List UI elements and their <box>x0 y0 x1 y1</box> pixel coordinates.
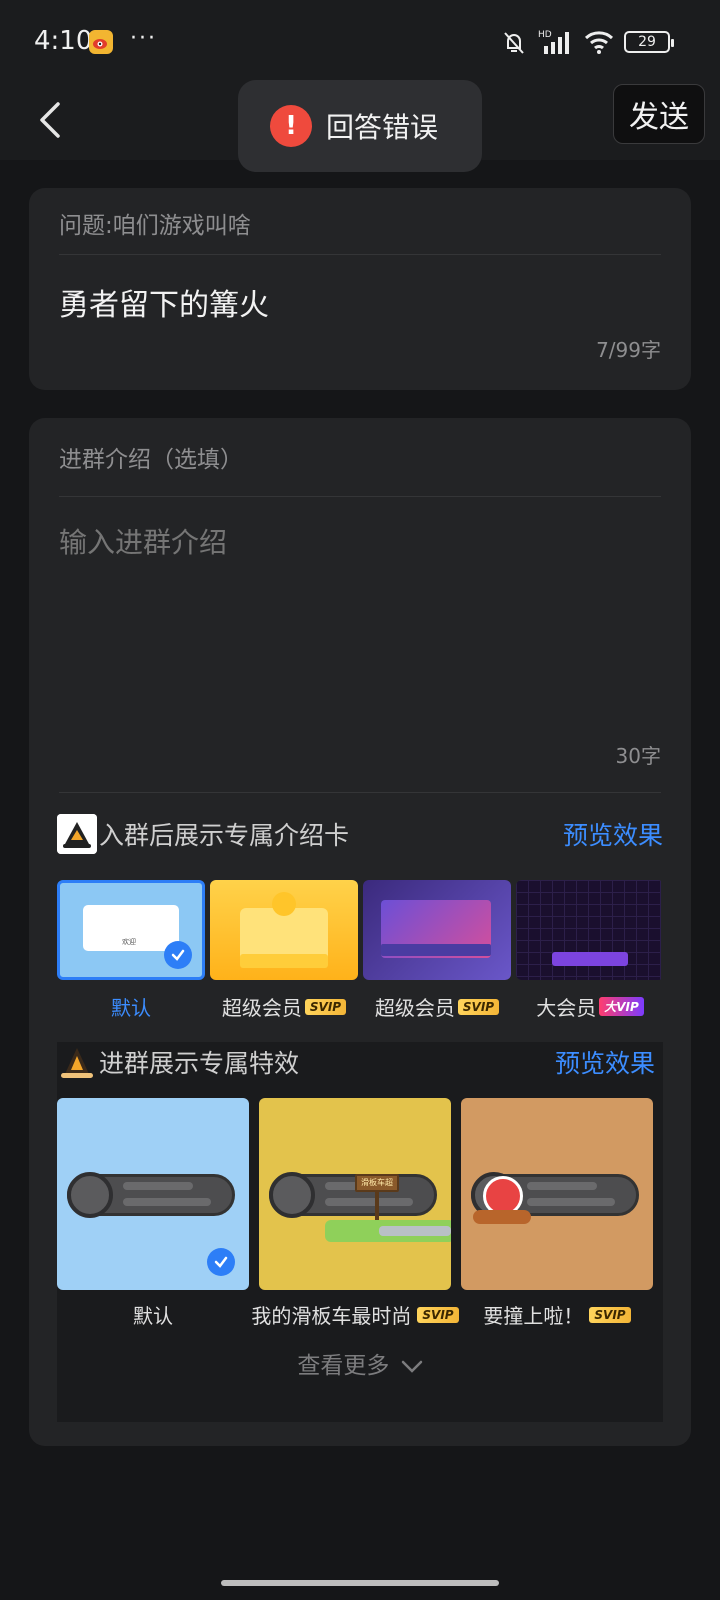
effect-option-crash[interactable]: 要撞上啦！ SVIP <box>461 1098 653 1329</box>
home-indicator[interactable] <box>221 1580 499 1586</box>
vip-badge: 大VIP <box>599 997 644 1016</box>
selected-check-icon <box>207 1248 235 1276</box>
welcome-text: 欢迎 <box>122 938 136 946</box>
effect-thumb <box>57 1098 249 1290</box>
entry-effects-panel: 进群展示专属特效 预览效果 默认 滑板车超 我的滑板车最时尚 SVIP 要撞上啦… <box>57 1042 663 1422</box>
system-icons: HD 29 <box>500 26 674 58</box>
intro-card: 进群介绍（选填） 30字 入群后展示专属介绍卡 预览效果 欢迎 默认 <box>29 418 691 1446</box>
effects-preview-link[interactable]: 预览效果 <box>555 1044 655 1080</box>
svg-text:HD: HD <box>538 30 552 40</box>
effect-avatar-placeholder <box>67 1172 113 1218</box>
svip-badge: SVIP <box>417 1306 459 1323</box>
intro-card-option-label: 超级会员 SVIP <box>210 992 358 1021</box>
question-card: 问题:咱们游戏叫啥 勇者留下的篝火 7/99字 <box>29 188 691 390</box>
toast-text: 回答错误 <box>326 111 439 144</box>
intro-card-thumb: 欢迎 <box>57 880 205 980</box>
effect-avatar-placeholder <box>269 1172 315 1218</box>
question-label: 问题:咱们游戏叫啥 <box>59 213 251 239</box>
intro-card-list: 欢迎 默认 超级会员 SVIP 超级会员 SVIP 大会员 大VIP <box>57 880 661 1030</box>
sign-post <box>375 1192 379 1220</box>
option-label-text: 超级会员 <box>221 996 302 1020</box>
see-more-label: 查看更多 <box>297 1353 390 1379</box>
weibo-app-icon <box>89 30 113 54</box>
intro-card-option-label: 大会员 大VIP <box>516 992 661 1021</box>
effect-label-text: 我的滑板车最时尚 <box>251 1304 412 1328</box>
intro-char-count: 30字 <box>615 744 661 768</box>
intro-input[interactable] <box>59 526 659 559</box>
see-more-button[interactable]: 查看更多 <box>57 1346 663 1380</box>
svip-badge: SVIP <box>457 998 500 1015</box>
intro-card-option-default[interactable]: 欢迎 默认 <box>57 880 205 1021</box>
status-bar: 4:10 ··· HD 29 <box>0 0 720 84</box>
effect-option-label: 我的滑板车最时尚 SVIP <box>251 1300 459 1329</box>
option-label-text: 大会员 <box>536 996 597 1020</box>
intro-card-option-svip-1[interactable]: 超级会员 SVIP <box>210 880 358 1021</box>
effects-section-header: 进群展示专属特效 预览效果 <box>57 1042 655 1082</box>
svip-badge: SVIP <box>589 1306 631 1323</box>
notification-more-icon: ··· <box>130 26 157 51</box>
intro-label: 进群介绍（选填） <box>59 447 243 473</box>
send-button[interactable]: 发送 <box>613 84 705 144</box>
intro-card-title: 入群后展示专属介绍卡 <box>99 821 350 850</box>
road-sign: 滑板车超 <box>355 1174 399 1192</box>
chevron-down-icon <box>401 1360 422 1373</box>
welcome-bar <box>381 944 491 956</box>
intro-card-section-header: 入群后展示专属介绍卡 预览效果 <box>57 814 663 854</box>
effect-option-default[interactable]: 默认 <box>57 1098 249 1329</box>
road-shape <box>379 1226 451 1236</box>
effect-label-text: 要撞上啦！ <box>483 1304 584 1328</box>
option-label-text: 默认 <box>111 996 151 1020</box>
effects-title: 进群展示专属特效 <box>99 1049 300 1078</box>
effect-thumb: 滑板车超 <box>259 1098 451 1290</box>
answer-input[interactable]: 勇者留下的篝火 <box>59 280 269 324</box>
effect-text-line <box>123 1182 193 1190</box>
intro-card-option-svip-2[interactable]: 超级会员 SVIP <box>363 880 511 1021</box>
divider <box>59 254 661 255</box>
svip-badge: SVIP <box>304 998 347 1015</box>
silent-bell-icon <box>504 32 524 54</box>
option-label-text: 超级会员 <box>374 996 455 1020</box>
sleigh-shape <box>473 1210 531 1224</box>
effect-option-scooter[interactable]: 滑板车超 我的滑板车最时尚 SVIP <box>251 1098 459 1329</box>
battery-level: 29 <box>638 34 656 50</box>
flame-shape <box>272 892 296 916</box>
effect-option-label: 默认 <box>57 1300 249 1329</box>
intro-card-option-label: 默认 <box>57 992 205 1021</box>
intro-card-option-label: 超级会员 SVIP <box>363 992 511 1021</box>
effect-text-line <box>527 1198 615 1206</box>
intro-card-thumb <box>210 880 358 980</box>
back-icon[interactable] <box>34 98 74 142</box>
wifi-icon <box>584 31 614 54</box>
signal-icon: HD <box>538 30 569 54</box>
battery-icon: 29 <box>624 31 674 53</box>
divider <box>59 496 661 497</box>
effect-thumb <box>461 1098 653 1290</box>
intro-card-thumb <box>363 880 511 980</box>
effect-text-line <box>527 1182 597 1190</box>
intro-card-option-big-vip[interactable]: 大会员 大VIP <box>516 880 661 1021</box>
welcome-bar <box>240 954 328 968</box>
effect-label-text: 默认 <box>133 1304 173 1328</box>
status-time: 4:10 <box>34 26 93 56</box>
intro-card-preview-link[interactable]: 预览效果 <box>563 816 663 852</box>
error-toast: ! 回答错误 <box>238 80 482 172</box>
campfire-icon <box>57 814 97 854</box>
intro-card-thumb <box>516 880 661 980</box>
campfire-icon <box>57 1042 97 1082</box>
effect-text-line <box>123 1198 211 1206</box>
effect-text-line <box>325 1198 413 1206</box>
answer-char-count: 7/99字 <box>596 338 661 362</box>
effect-option-label: 要撞上啦！ SVIP <box>461 1300 653 1329</box>
selected-check-icon <box>164 941 192 969</box>
welcome-bar <box>552 952 628 966</box>
divider <box>59 792 661 793</box>
error-icon: ! <box>270 105 312 147</box>
